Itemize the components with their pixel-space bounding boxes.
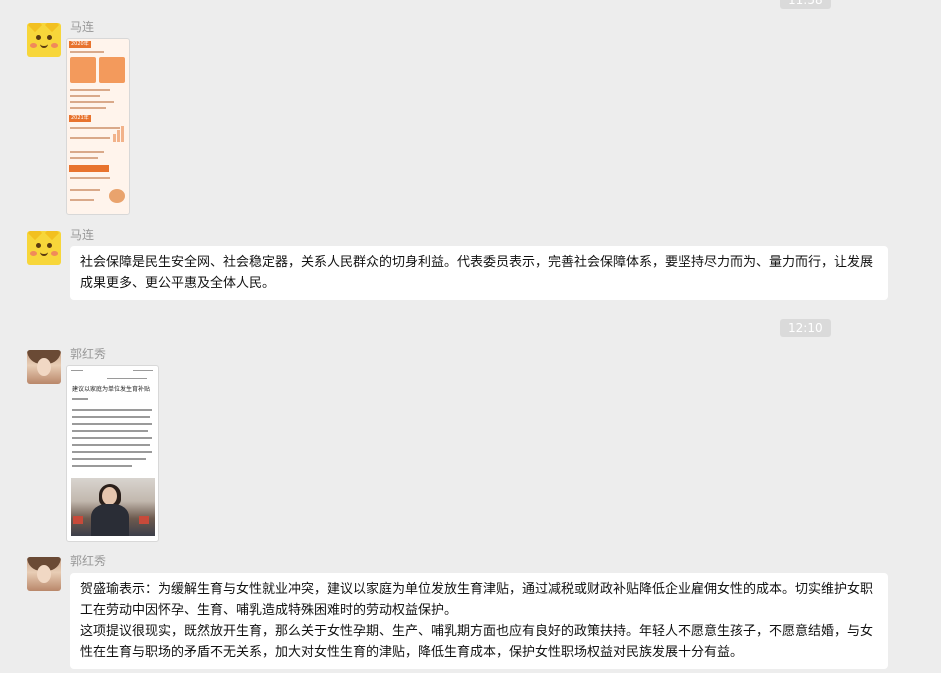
sender-name: 马连 xyxy=(70,20,95,34)
sender-name: 郭红秀 xyxy=(70,554,107,568)
infographic-header-2020: 2020年 xyxy=(69,41,91,48)
infographic-header-2021: 2021年 xyxy=(69,115,91,122)
message-text: 社会保障是民生安全网、社会稳定器，关系人民群众的切身利益。代表委员表示，完善社会… xyxy=(80,255,874,291)
avatar[interactable] xyxy=(27,557,61,591)
message-paragraph: 这项提议很现实，既然放开生育，那么关于女性孕期、生产、哺乳期方面也应有良好的政策… xyxy=(80,624,874,660)
timestamp: 12:10 xyxy=(780,319,831,337)
sender-name: 马连 xyxy=(70,228,95,242)
message-paragraph: 贺盛瑜表示：为缓解生育与女性就业冲突，建议以家庭为单位发放生育津贴，通过减税或财… xyxy=(80,582,874,618)
timestamp: 11:58 xyxy=(780,0,831,9)
screenshot-title: 建议以家庭为单位发生育补贴 xyxy=(72,386,151,393)
phone-screenshot-image[interactable]: 建议以家庭为单位发生育补贴 xyxy=(66,365,159,542)
avatar[interactable] xyxy=(27,23,61,57)
message-bubble[interactable]: 贺盛瑜表示：为缓解生育与女性就业冲突，建议以家庭为单位发放生育津贴，通过减税或财… xyxy=(70,573,888,669)
avatar[interactable] xyxy=(27,231,61,265)
infographic-image[interactable]: 2020年 2021年 xyxy=(66,38,130,215)
avatar[interactable] xyxy=(27,350,61,384)
message-bubble[interactable]: 社会保障是民生安全网、社会稳定器，关系人民群众的切身利益。代表委员表示，完善社会… xyxy=(70,246,888,300)
sender-name: 郭红秀 xyxy=(70,347,107,361)
